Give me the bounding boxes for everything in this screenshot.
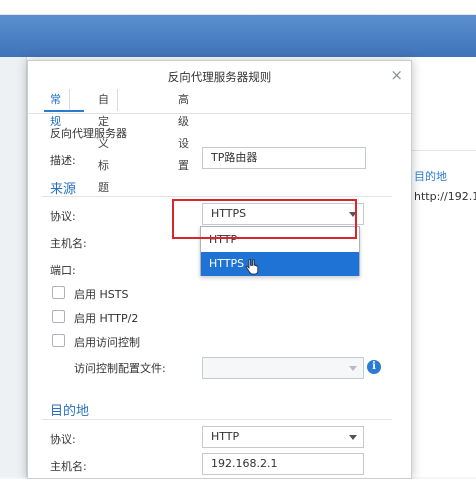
destination-protocol-select[interactable]: HTTP bbox=[202, 426, 364, 448]
access-control-checkbox[interactable] bbox=[52, 334, 65, 347]
access-profile-select[interactable] bbox=[202, 357, 364, 379]
source-divider bbox=[42, 196, 392, 197]
destination-section-title: 目的地 bbox=[50, 404, 90, 419]
hand-cursor-icon bbox=[245, 259, 259, 275]
source-section-title: 来源 bbox=[50, 182, 77, 197]
background-destination-url: http://192.1 bbox=[414, 190, 476, 203]
access-control-label: 启用访问控制 bbox=[74, 336, 140, 349]
browser-top-bar bbox=[0, 0, 476, 15]
info-icon[interactable]: i bbox=[367, 360, 381, 374]
http2-checkbox[interactable] bbox=[52, 310, 65, 323]
description-input[interactable]: TP路由器 bbox=[202, 147, 366, 169]
http2-label: 启用 HTTP/2 bbox=[74, 312, 139, 325]
tab-general[interactable]: 常规 bbox=[42, 89, 70, 128]
hsts-label: 启用 HSTS bbox=[74, 288, 129, 301]
tab-advanced[interactable]: 高级设置 bbox=[170, 89, 197, 172]
source-protocol-label: 协议: bbox=[50, 210, 76, 223]
destination-protocol-label: 协议: bbox=[50, 433, 76, 446]
background-column-header: 目的地 bbox=[414, 170, 447, 183]
dropdown-option-https[interactable]: HTTPS bbox=[201, 252, 359, 276]
chevron-down-icon bbox=[349, 435, 357, 440]
background-divider bbox=[410, 150, 476, 151]
hsts-checkbox[interactable] bbox=[52, 286, 65, 299]
source-hostname-label: 主机名: bbox=[50, 237, 87, 250]
active-tab-indicator bbox=[44, 110, 84, 112]
tab-divider bbox=[28, 113, 411, 114]
close-icon[interactable]: × bbox=[390, 66, 403, 84]
destination-hostname-input[interactable]: 192.168.2.1 bbox=[202, 453, 364, 475]
description-label: 描述: bbox=[50, 154, 76, 167]
app-header-bar bbox=[0, 15, 476, 57]
background-sidebar bbox=[0, 57, 27, 477]
tab-custom-header[interactable]: 自定义标题 bbox=[90, 89, 118, 194]
source-port-label: 端口: bbox=[50, 264, 76, 277]
destination-hostname-label: 主机名: bbox=[50, 460, 87, 473]
access-profile-label: 访问控制配置文件: bbox=[74, 362, 166, 375]
dialog-title: 反向代理服务器规则 bbox=[167, 70, 272, 84]
destination-divider bbox=[42, 419, 392, 420]
dialog-subtitle: 反向代理服务器 bbox=[50, 127, 127, 140]
chevron-down-icon bbox=[349, 366, 357, 371]
destination-protocol-value: HTTP bbox=[211, 430, 240, 443]
highlight-box bbox=[172, 199, 357, 239]
